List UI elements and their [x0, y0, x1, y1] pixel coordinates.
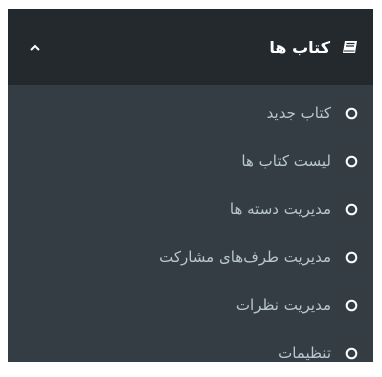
- sidebar-menu: کتاب ها کتاب جدید لیست کتاب ها مدیریت دس…: [8, 9, 373, 362]
- submenu-item-label: لیست کتاب ها: [241, 152, 331, 170]
- submenu-item-label: مدیریت دسته ها: [229, 200, 331, 218]
- submenu-list: کتاب جدید لیست کتاب ها مدیریت دسته ها مد…: [8, 89, 373, 377]
- submenu-item-manage-partners[interactable]: مدیریت طرف‌های مشارکت: [8, 233, 373, 281]
- circle-icon: [345, 107, 358, 120]
- book-icon: [342, 39, 358, 55]
- submenu-item-label: تنظیمات: [278, 344, 331, 362]
- circle-icon: [345, 203, 358, 216]
- circle-icon: [345, 155, 358, 168]
- menu-header-books[interactable]: کتاب ها: [8, 9, 373, 85]
- submenu-item-new-book[interactable]: کتاب جدید: [8, 89, 373, 137]
- circle-icon: [345, 299, 358, 312]
- submenu-item-label: مدیریت نظرات: [235, 296, 331, 314]
- chevron-up-icon[interactable]: [28, 40, 42, 54]
- submenu-item-manage-comments[interactable]: مدیریت نظرات: [8, 281, 373, 329]
- submenu-item-manage-categories[interactable]: مدیریت دسته ها: [8, 185, 373, 233]
- circle-icon: [345, 251, 358, 264]
- submenu-item-label: کتاب جدید: [266, 104, 331, 122]
- submenu-item-book-list[interactable]: لیست کتاب ها: [8, 137, 373, 185]
- circle-icon: [345, 347, 358, 360]
- submenu-item-label: مدیریت طرف‌های مشارکت: [159, 248, 331, 266]
- menu-title: کتاب ها: [269, 37, 330, 57]
- submenu-item-settings[interactable]: تنظیمات: [8, 329, 373, 377]
